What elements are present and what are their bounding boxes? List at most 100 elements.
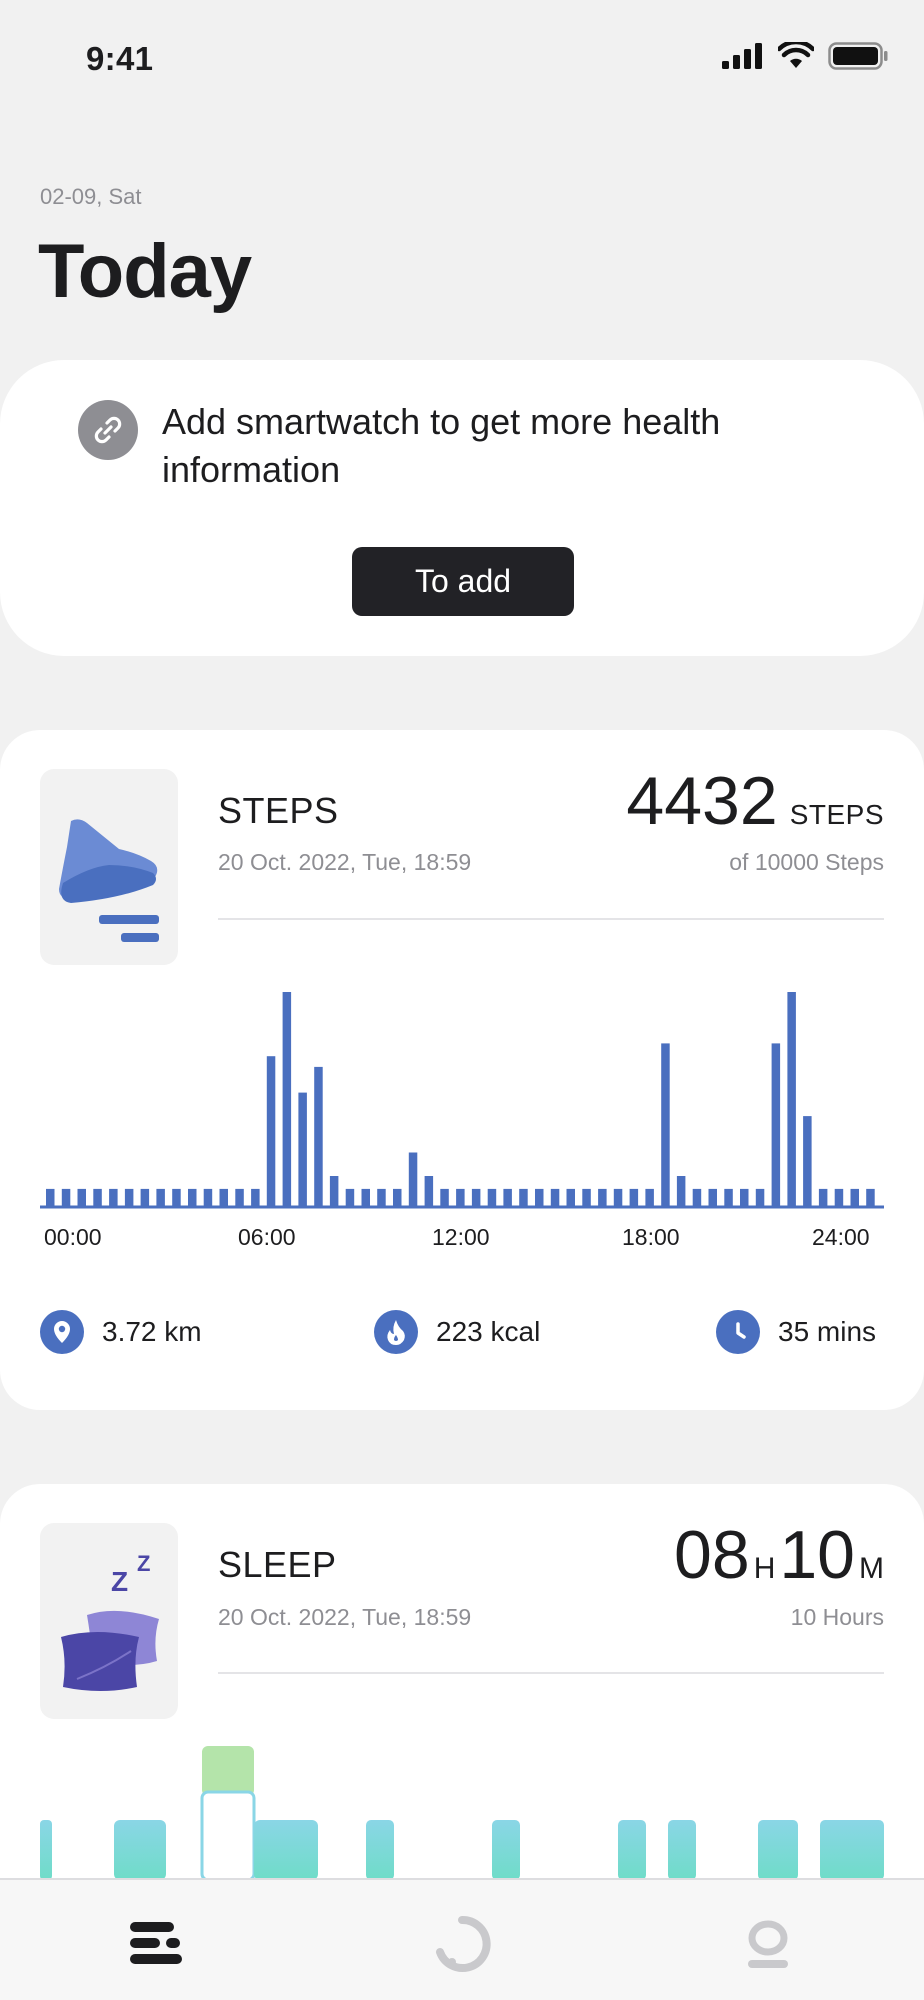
steps-bar xyxy=(188,1188,197,1206)
steps-bar xyxy=(771,1043,781,1206)
wifi-icon xyxy=(778,42,814,68)
steps-bar xyxy=(93,1188,102,1206)
pillow-icon: Z Z xyxy=(61,1551,159,1691)
steps-bar xyxy=(613,1188,623,1206)
tab-bar xyxy=(0,1878,924,2000)
steps-bar xyxy=(629,1188,639,1206)
sleep-divider xyxy=(218,1672,884,1674)
steps-bar xyxy=(487,1188,497,1206)
steps-value: 4432 xyxy=(626,763,778,839)
calories-stat: 223 kcal xyxy=(374,1310,540,1354)
x-tick-label: 12:00 xyxy=(432,1224,490,1250)
steps-bar xyxy=(755,1188,765,1206)
steps-bar xyxy=(345,1188,355,1206)
tab-activity[interactable] xyxy=(432,1914,492,1974)
steps-bar xyxy=(676,1176,686,1206)
sleep-segment xyxy=(492,1820,520,1880)
sleep-segment-awake xyxy=(202,1746,254,1796)
steps-bar xyxy=(314,1066,323,1206)
location-pin-icon xyxy=(40,1310,84,1354)
steps-bar xyxy=(519,1188,528,1206)
page-title: Today xyxy=(38,229,252,314)
profile-icon xyxy=(748,1920,788,1968)
steps-bar xyxy=(692,1188,702,1206)
clock-icon xyxy=(716,1310,760,1354)
steps-bar xyxy=(550,1188,560,1206)
sleep-minutes: 10 xyxy=(779,1517,855,1593)
steps-goal: of 10000 Steps xyxy=(729,849,884,875)
steps-bar xyxy=(46,1188,55,1206)
steps-value-block: 4432 STEPS xyxy=(626,762,884,840)
x-tick-label: 18:00 xyxy=(622,1224,680,1250)
steps-bar xyxy=(724,1188,733,1206)
tab-profile[interactable] xyxy=(738,1914,798,1974)
flame-icon xyxy=(374,1310,418,1354)
sleep-title: SLEEP xyxy=(218,1544,337,1585)
steps-bar xyxy=(440,1188,449,1206)
activity-ring-icon xyxy=(436,1915,491,1972)
steps-bar xyxy=(156,1188,165,1206)
duration-stat: 35 mins xyxy=(716,1310,876,1354)
distance-stat: 3.72 km xyxy=(40,1310,202,1354)
x-tick-label: 24:00 xyxy=(812,1224,870,1250)
steps-bar xyxy=(235,1188,244,1206)
sleep-minutes-unit: M xyxy=(859,1552,884,1585)
steps-bar xyxy=(740,1188,749,1206)
header-date: 02-09, Sat xyxy=(40,184,142,209)
steps-divider xyxy=(218,918,884,920)
steps-bar xyxy=(251,1188,260,1206)
sleep-segment xyxy=(366,1820,394,1880)
status-icons xyxy=(722,42,888,70)
steps-bar xyxy=(818,1188,828,1206)
steps-bar xyxy=(787,992,796,1206)
svg-text:Z: Z xyxy=(111,1566,128,1597)
calories-value: 223 kcal xyxy=(436,1316,541,1347)
svg-text:Z: Z xyxy=(137,1551,150,1576)
sleep-segment xyxy=(254,1820,318,1880)
steps-bar xyxy=(598,1188,607,1206)
steps-bar xyxy=(661,1043,670,1206)
menu-list-icon xyxy=(130,1922,182,1964)
sleep-hours-unit: H xyxy=(753,1552,776,1585)
sleep-stages-chart xyxy=(40,1746,884,1880)
to-add-button[interactable]: To add xyxy=(352,547,574,616)
steps-bar xyxy=(471,1188,481,1206)
sleep-tile: Z Z xyxy=(40,1523,178,1719)
steps-bar xyxy=(803,1116,812,1206)
signal-icon xyxy=(722,43,762,69)
sleep-segment xyxy=(618,1820,646,1880)
sleep-segment xyxy=(114,1820,166,1880)
sleep-segment xyxy=(820,1820,884,1880)
steps-bar xyxy=(535,1188,544,1206)
steps-bar xyxy=(124,1188,134,1206)
steps-bar xyxy=(140,1188,150,1206)
duration-value: 35 mins xyxy=(778,1316,877,1347)
distance-value: 3.72 km xyxy=(102,1316,202,1347)
add-smartwatch-message: Add smartwatch to get more health inform… xyxy=(162,401,721,490)
sleep-hours: 08 xyxy=(674,1517,750,1593)
tab-today[interactable] xyxy=(126,1914,186,1974)
x-tick-label: 06:00 xyxy=(238,1224,296,1250)
status-bar: 9:41 xyxy=(0,0,924,120)
steps-bar xyxy=(393,1188,402,1206)
steps-bar xyxy=(582,1188,591,1206)
steps-bar xyxy=(850,1188,859,1206)
steps-bar xyxy=(266,1056,276,1206)
steps-bar xyxy=(866,1188,875,1206)
sneaker-icon xyxy=(59,819,159,942)
steps-bar xyxy=(456,1188,465,1206)
steps-chart xyxy=(40,992,884,1209)
steps-bar xyxy=(408,1152,418,1206)
steps-bar xyxy=(77,1188,86,1206)
steps-unit: STEPS xyxy=(789,799,884,830)
sleep-segment xyxy=(668,1820,696,1880)
steps-bar xyxy=(282,992,292,1206)
steps-bar xyxy=(172,1188,181,1206)
steps-bar xyxy=(219,1188,228,1206)
sleep-segment xyxy=(200,1790,256,1880)
steps-bar xyxy=(708,1188,717,1206)
status-time: 9:41 xyxy=(86,40,154,77)
sleep-date: 20 Oct. 2022, Tue, 18:59 xyxy=(218,1604,472,1630)
steps-bar xyxy=(361,1188,370,1206)
sleep-segment xyxy=(40,1820,52,1880)
